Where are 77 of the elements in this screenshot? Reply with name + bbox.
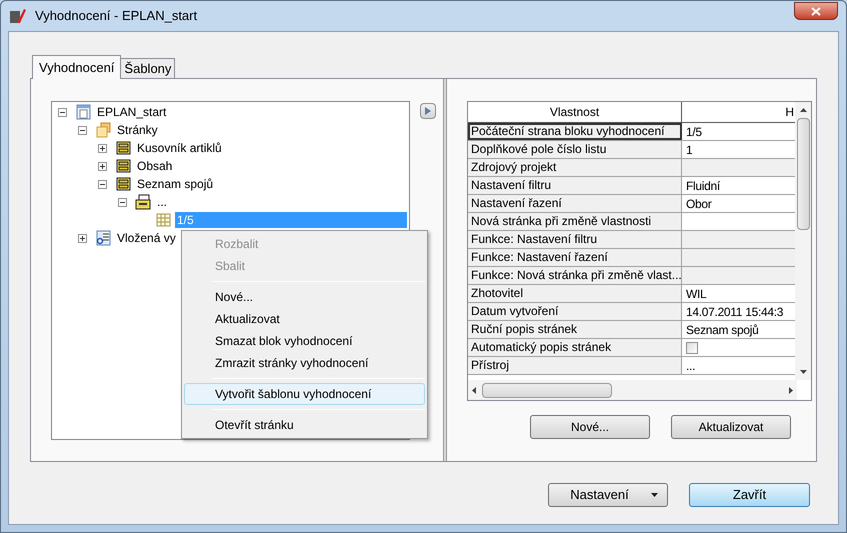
minus-icon	[100, 182, 105, 186]
expander-toggle[interactable]	[98, 162, 107, 170]
caret-icon	[650, 493, 658, 497]
property-name[interactable]: Funkce: Nastavení filtru	[468, 231, 682, 248]
property-name[interactable]: Funkce: Nová stránka při změně vlast...	[468, 267, 682, 284]
scroll-down-icon	[800, 370, 807, 374]
table-page-icon	[155, 212, 172, 228]
tree-item[interactable]: EPLAN_start	[95, 104, 168, 120]
checkbox[interactable]	[686, 342, 698, 354]
column-header[interactable]: H	[682, 102, 796, 122]
printer-drawer-icon	[135, 194, 152, 210]
scroll-right-icon	[789, 386, 793, 394]
minus-icon	[80, 128, 85, 132]
drawer-icon	[115, 158, 132, 174]
value-cell[interactable]	[682, 231, 796, 248]
expander-toggle[interactable]	[78, 126, 87, 134]
play-icon	[425, 107, 431, 115]
scroll-up-icon	[800, 108, 807, 112]
drawer-icon	[115, 176, 132, 192]
value-cell[interactable]	[682, 249, 796, 266]
property-name[interactable]: Doplňkové pole číslo listu	[468, 141, 682, 158]
project-icon	[75, 104, 92, 120]
expander-toggle[interactable]	[78, 234, 87, 242]
menu-item[interactable]: Nové...	[184, 286, 425, 308]
close-dialog-button[interactable]: Zavřít	[689, 483, 810, 507]
property-name[interactable]: Ruční popis stránek	[468, 321, 682, 338]
expander-toggle[interactable]	[98, 180, 107, 188]
expander-toggle[interactable]	[118, 198, 127, 206]
column-header[interactable]: Vlastnost	[468, 102, 682, 122]
plus-icon	[100, 164, 105, 168]
arrow-button[interactable]	[420, 103, 436, 119]
scroll-left-icon	[472, 386, 476, 394]
menu-item[interactable]: Aktualizovat	[184, 308, 425, 330]
property-name[interactable]: Nastavení filtru	[468, 177, 682, 194]
tree-item[interactable]: ...	[155, 194, 170, 210]
drawer-icon	[115, 140, 132, 156]
property-name[interactable]: Nastavení řazení	[468, 195, 682, 212]
menu-item[interactable]: Otevřít stránku	[184, 414, 425, 436]
menu-item[interactable]: Smazat blok vyhodnocení	[184, 330, 425, 352]
tree-item[interactable]: Kusovník artiklů	[135, 140, 224, 156]
plus-icon	[80, 236, 85, 240]
settings-dropdown-button[interactable]: Nastavení	[548, 483, 668, 507]
window-title: Vyhodnocení - EPLAN_start	[35, 7, 198, 26]
value-cell[interactable]	[682, 159, 796, 176]
update-button[interactable]: Aktualizovat	[671, 415, 791, 439]
menu-item[interactable]: Vytvořit šablonu vyhodnocení	[184, 383, 425, 405]
app-icon	[9, 8, 27, 24]
tree-item[interactable]: Stránky	[115, 122, 160, 138]
scroll-thumb[interactable]	[796, 118, 810, 230]
property-name[interactable]: Nová stránka při změně vlastnosti	[468, 213, 682, 230]
new-button[interactable]: Nové...	[530, 415, 650, 439]
property-name[interactable]: Funkce: Nastavení řazení	[468, 249, 682, 266]
close-icon	[811, 6, 821, 16]
property-name[interactable]: Počáteční strana bloku vyhodnocení	[468, 123, 682, 140]
tab[interactable]: Šablony	[120, 58, 176, 78]
expander-toggle[interactable]	[58, 108, 67, 116]
property-name[interactable]: Datum vytvoření	[468, 303, 682, 320]
minus-icon	[60, 110, 65, 114]
close-button[interactable]	[794, 2, 838, 20]
plus-icon	[100, 146, 105, 150]
property-name[interactable]: Zdrojový projekt	[468, 159, 682, 176]
tab[interactable]: Vyhodnocení	[32, 55, 122, 79]
pages-icon	[95, 122, 112, 138]
tree-item[interactable]: Obsah	[135, 158, 174, 174]
property-name[interactable]: Zhotovitel	[468, 285, 682, 302]
vertical-scrollbar[interactable]	[795, 102, 811, 380]
property-name[interactable]: Přístroj	[468, 357, 682, 374]
value-cell[interactable]	[682, 267, 796, 284]
expander-toggle[interactable]	[98, 144, 107, 152]
property-name[interactable]: Automatický popis stránek	[468, 339, 682, 356]
minus-icon	[120, 200, 125, 204]
horizontal-scrollbar[interactable]	[468, 380, 797, 400]
scroll-thumb[interactable]	[482, 382, 612, 398]
menu-item[interactable]: Zmrazit stránky vyhodnocení	[184, 352, 425, 374]
tree-item[interactable]: Vložená vy	[115, 230, 178, 246]
embedded-page-icon	[95, 230, 112, 246]
tree-item[interactable]: Seznam spojů	[135, 176, 216, 192]
